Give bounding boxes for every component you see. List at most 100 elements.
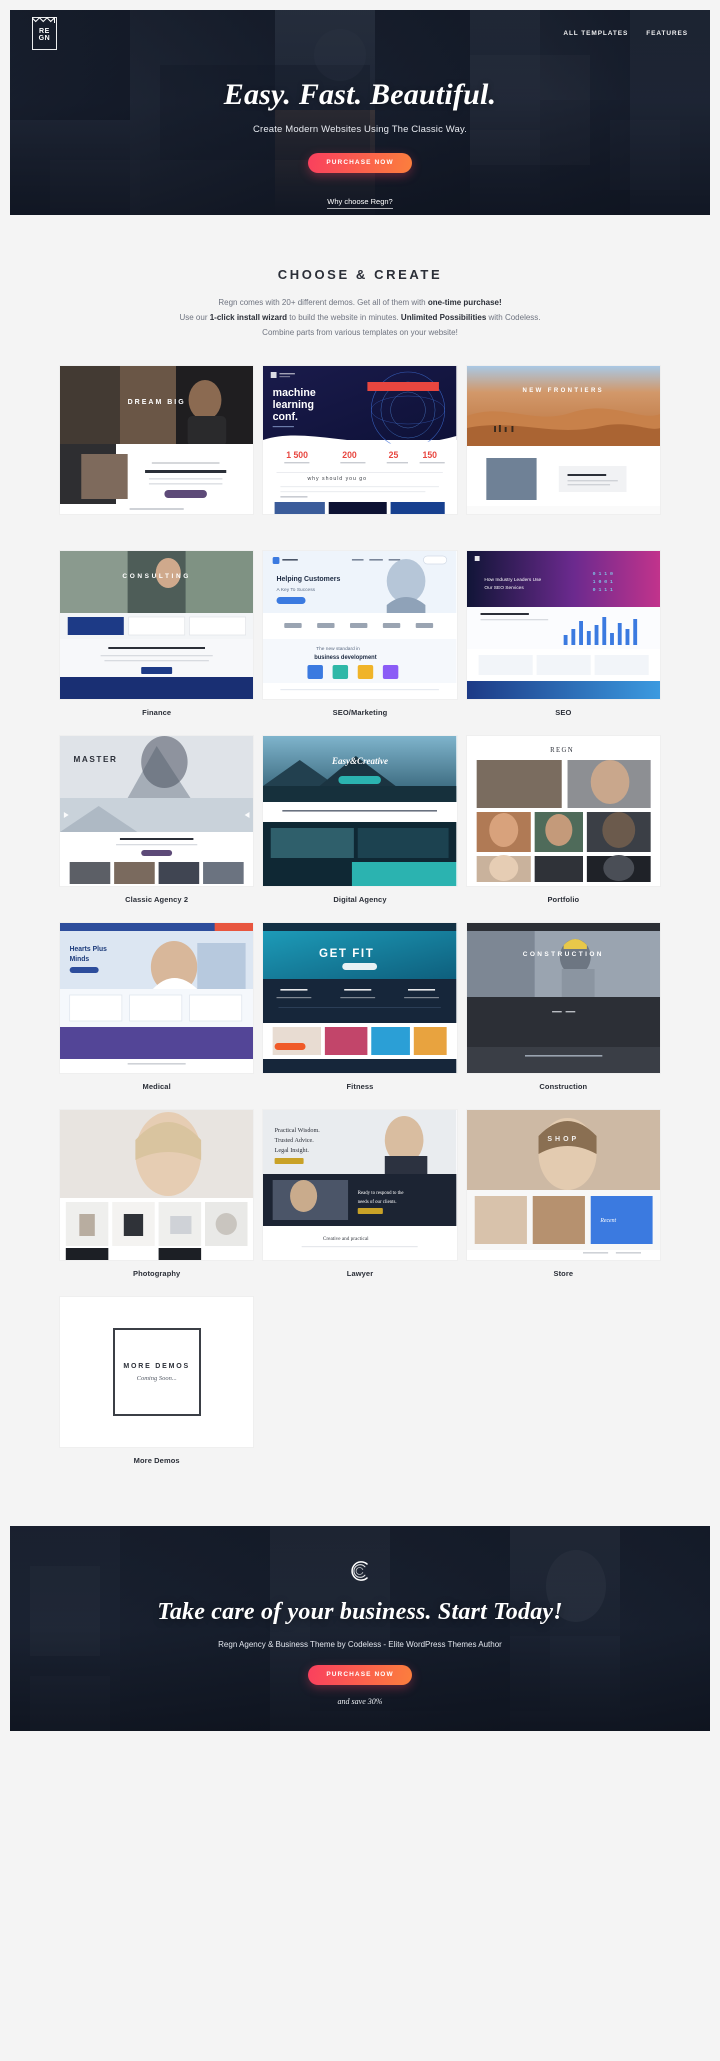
svg-text:Ready to respond to the: Ready to respond to the bbox=[358, 1191, 404, 1196]
cta-title: Take care of your business. Start Today! bbox=[157, 1599, 563, 1626]
template-card[interactable]: Photography bbox=[60, 1110, 254, 1279]
template-label: Fitness bbox=[346, 1082, 374, 1092]
template-thumbnail-portfolio[interactable]: REGN bbox=[466, 736, 660, 887]
template-card[interactable]: Easy&Creative Digital Agency bbox=[263, 736, 457, 905]
codeless-c-logo-icon bbox=[351, 1561, 368, 1582]
template-thumbnail-classic-agency-2[interactable]: MASTER bbox=[60, 736, 254, 887]
desc-line-3: Combine parts from various templates on … bbox=[262, 327, 458, 337]
svg-text:150: 150 bbox=[423, 450, 438, 460]
template-label bbox=[467, 523, 660, 533]
desc-line-2: Use our 1-click install wizard to build … bbox=[0, 311, 720, 326]
thumb-art: Practical Wisdom. Trusted Advice. Legal … bbox=[263, 1110, 457, 1261]
logo-line-1: RE bbox=[39, 27, 50, 35]
hero-purchase-now-button[interactable]: PURCHASE NOW bbox=[308, 153, 412, 173]
template-card[interactable]: Recent SHOP Store bbox=[466, 1110, 660, 1279]
svg-text:Our SEO Services: Our SEO Services bbox=[484, 585, 524, 591]
svg-text:1 500: 1 500 bbox=[287, 450, 309, 460]
more-demos-thumbnail[interactable]: MORE DEMOS Coming Soon... bbox=[60, 1297, 254, 1448]
template-thumbnail-store[interactable]: Recent SHOP bbox=[466, 1110, 660, 1261]
template-thumbnail-fitness[interactable]: GET FIT bbox=[263, 923, 457, 1074]
thumb-caption: Easy&Creative bbox=[331, 756, 388, 767]
hero-section: RE GN ALL TEMPLATES FEATURES Easy. Fast.… bbox=[10, 10, 710, 215]
thumb-art bbox=[60, 366, 254, 515]
thumb-caption: CONSULTING bbox=[122, 573, 191, 581]
template-card[interactable]: GET FIT Fitness bbox=[263, 923, 457, 1092]
thumb-art: MASTER bbox=[60, 736, 254, 887]
desc-1b: one-time purchase! bbox=[427, 298, 502, 307]
template-card[interactable]: MASTER Classic Agency 2 bbox=[60, 736, 254, 905]
template-card[interactable]: CONSTRUCTION Construction bbox=[466, 923, 660, 1092]
template-thumbnail-construction[interactable]: CONSTRUCTION bbox=[466, 923, 660, 1074]
thumb-art: Helping Customers A Key To Success The n… bbox=[263, 551, 457, 700]
hero-subtitle: Create Modern Websites Using The Classic… bbox=[253, 124, 467, 135]
thumb-art: How Industry Leaders Use Our SEO Service… bbox=[466, 551, 660, 700]
svg-text:200: 200 bbox=[343, 450, 358, 460]
thumb-art: GET FIT bbox=[263, 923, 457, 1074]
svg-text:Trusted Advice.: Trusted Advice. bbox=[275, 1137, 315, 1144]
more-demos-card[interactable]: MORE DEMOS Coming Soon... More Demos bbox=[60, 1297, 254, 1466]
svg-text:conf.: conf. bbox=[273, 411, 298, 423]
header-bar: RE GN ALL TEMPLATES FEATURES bbox=[10, 10, 710, 56]
template-card[interactable]: How Industry Leaders Use Our SEO Service… bbox=[466, 551, 660, 718]
template-card[interactable]: machine learning conf. 1 500 200 25 150 … bbox=[263, 366, 457, 533]
svg-text:REGN: REGN bbox=[550, 747, 574, 754]
thumb-caption: CONSTRUCTION bbox=[522, 951, 604, 959]
nav-item-all-templates[interactable]: ALL TEMPLATES bbox=[563, 30, 628, 37]
template-thumbnail-photography[interactable] bbox=[60, 1110, 254, 1261]
template-card[interactable]: REGN Portfolio bbox=[466, 736, 660, 905]
template-card[interactable]: Practical Wisdom. Trusted Advice. Legal … bbox=[263, 1110, 457, 1279]
why-choose-regn-link[interactable]: Why choose Regn? bbox=[327, 197, 393, 209]
page-footer-spacer bbox=[0, 1731, 720, 1754]
cta-save-note: and save 30% bbox=[337, 1697, 383, 1707]
nav-item-features[interactable]: FEATURES bbox=[646, 30, 688, 37]
template-label: Finance bbox=[142, 708, 172, 718]
template-card[interactable]: CONSULTING Finance bbox=[60, 551, 254, 718]
template-thumbnail-finance[interactable]: CONSULTING bbox=[60, 551, 254, 700]
svg-text:Practical Wisdom.: Practical Wisdom. bbox=[275, 1127, 321, 1134]
svg-text:How Industry Leaders Use: How Industry Leaders Use bbox=[484, 577, 541, 583]
desc-2a: Use our bbox=[179, 312, 210, 322]
template-thumbnail-digital-agency[interactable]: Easy&Creative bbox=[263, 736, 457, 887]
svg-text:A Key To Success: A Key To Success bbox=[277, 587, 316, 593]
hero-title: Easy. Fast. Beautiful. bbox=[223, 78, 497, 111]
thumb-art bbox=[60, 1110, 254, 1261]
template-label: SEO/Marketing bbox=[332, 708, 388, 718]
more-demos-label: More Demos bbox=[133, 1456, 180, 1466]
template-thumbnail-medical[interactable]: Hearts Plus Minds bbox=[60, 923, 254, 1074]
svg-text:needs of our clients.: needs of our clients. bbox=[358, 1200, 397, 1205]
cta-purchase-now-button[interactable]: PURCHASE NOW bbox=[308, 1665, 412, 1686]
template-thumbnail-seo[interactable]: How Industry Leaders Use Our SEO Service… bbox=[466, 551, 660, 700]
template-card[interactable]: Helping Customers A Key To Success The n… bbox=[263, 551, 457, 718]
template-thumbnail-ml-conf[interactable]: machine learning conf. 1 500 200 25 150 … bbox=[263, 366, 457, 515]
template-card[interactable]: Hearts Plus Minds Medical bbox=[60, 923, 254, 1092]
template-label: Photography bbox=[132, 1269, 181, 1279]
svg-text:GET FIT: GET FIT bbox=[319, 946, 374, 960]
template-grid: DREAM BIG machine learning conf. 1 500 2… bbox=[0, 366, 720, 1506]
template-thumbnail-new-frontiers[interactable]: NEW FRONTIERS bbox=[466, 366, 660, 515]
svg-text:MASTER: MASTER bbox=[74, 754, 118, 764]
template-label bbox=[263, 523, 456, 533]
thumb-art bbox=[466, 923, 660, 1074]
template-label bbox=[60, 523, 253, 533]
more-demos-box: MORE DEMOS Coming Soon... bbox=[112, 1328, 201, 1417]
svg-text:Minds: Minds bbox=[70, 956, 90, 963]
template-card[interactable]: DREAM BIG bbox=[60, 366, 254, 533]
desc-2d: Unlimited Possibilities bbox=[400, 312, 487, 322]
thumb-caption: NEW FRONTIERS bbox=[522, 388, 605, 395]
template-thumbnail-seo-marketing[interactable]: Helping Customers A Key To Success The n… bbox=[263, 551, 457, 700]
template-thumbnail-lawyer[interactable]: Practical Wisdom. Trusted Advice. Legal … bbox=[263, 1110, 457, 1261]
thumb-art: Hearts Plus Minds bbox=[60, 923, 254, 1074]
main-nav: ALL TEMPLATES FEATURES bbox=[563, 30, 688, 37]
svg-text:1 0 0 1: 1 0 0 1 bbox=[592, 579, 612, 585]
desc-line-1: Regn comes with 20+ different demos. Get… bbox=[0, 296, 720, 311]
more-demos-title: MORE DEMOS bbox=[123, 1362, 190, 1370]
svg-text:why should you go: why should you go bbox=[308, 476, 368, 482]
template-thumbnail-dream-big[interactable]: DREAM BIG bbox=[60, 366, 254, 515]
template-card[interactable]: NEW FRONTIERS bbox=[466, 366, 660, 533]
landing-page: RE GN ALL TEMPLATES FEATURES Easy. Fast.… bbox=[0, 0, 720, 1754]
template-label: Digital Agency bbox=[333, 895, 387, 905]
section-description: Regn comes with 20+ different demos. Get… bbox=[0, 296, 720, 340]
more-demos-subtitle: Coming Soon... bbox=[136, 1374, 177, 1382]
regn-logo[interactable]: RE GN bbox=[32, 16, 57, 50]
thumb-caption: SHOP bbox=[547, 1136, 580, 1144]
